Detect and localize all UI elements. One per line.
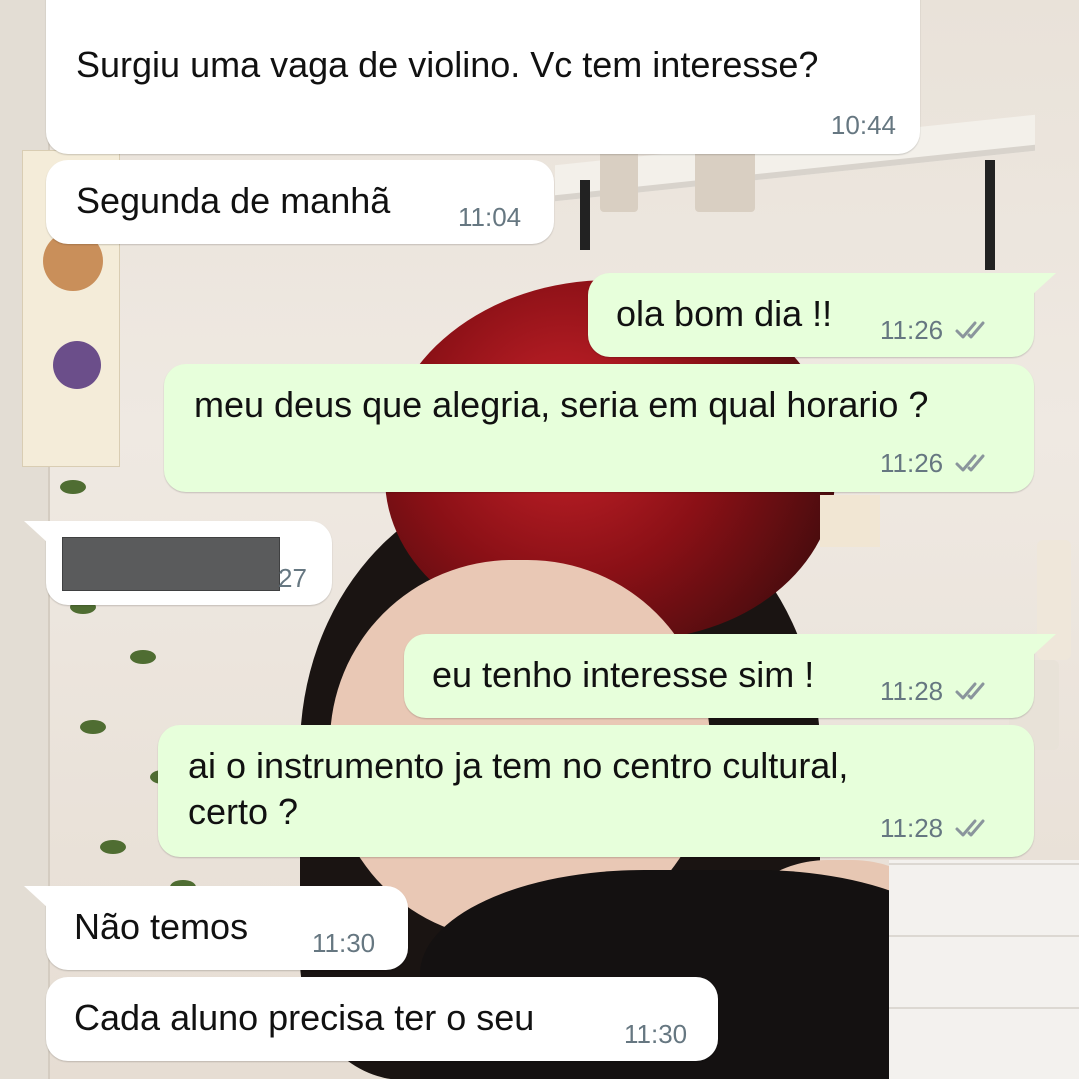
message-time: 10:44 — [830, 110, 896, 140]
incoming-message[interactable]: Segunda de manhã 11:04 — [46, 160, 554, 244]
message-time: 11:26 — [880, 448, 993, 481]
message-time-label: 11:28 — [880, 676, 944, 706]
incoming-message[interactable]: 27 — [24, 521, 332, 605]
message-text-line-1: ai o instrumento ja tem no centro cultur… — [188, 745, 849, 786]
message-text: Segunda de manhã — [76, 180, 391, 221]
message-time: 11:28 — [880, 676, 993, 709]
message-time: 27 — [278, 563, 307, 593]
double-check-icon — [953, 451, 993, 481]
message-time: 11:26 — [880, 315, 993, 348]
incoming-message[interactable]: Surgiu uma vaga de violino. Vc tem inter… — [46, 0, 920, 154]
message-text: Cada aluno precisa ter o seu — [74, 997, 535, 1038]
outgoing-message[interactable]: meu deus que alegria, seria em qual hora… — [164, 364, 1034, 492]
outgoing-message[interactable]: ola bom dia !! 11:26 — [588, 273, 1056, 357]
incoming-message[interactable]: Cada aluno precisa ter o seu 11:30 — [46, 977, 718, 1061]
message-time: 11:28 — [880, 813, 993, 846]
message-text: meu deus que alegria, seria em qual hora… — [194, 384, 929, 425]
message-text: ola bom dia !! — [616, 293, 833, 334]
message-text: eu tenho interesse sim ! — [432, 654, 815, 695]
double-check-icon — [953, 318, 993, 348]
message-time: 11:04 — [458, 202, 522, 232]
double-check-icon — [953, 679, 993, 709]
message-time-label: 11:26 — [880, 315, 944, 345]
message-time-label: 11:26 — [880, 448, 944, 478]
incoming-message[interactable]: Não temos 11:30 — [24, 886, 408, 970]
message-time: 11:30 — [312, 928, 376, 958]
message-text: Surgiu uma vaga de violino. Vc tem inter… — [76, 44, 819, 85]
outgoing-message[interactable]: ai o instrumento ja tem no centro cultur… — [158, 725, 1034, 857]
outgoing-message[interactable]: eu tenho interesse sim ! 11:28 — [404, 634, 1056, 718]
message-time-label: 11:28 — [880, 813, 944, 843]
message-time: 11:30 — [624, 1019, 688, 1049]
message-text: Não temos — [74, 906, 249, 947]
redacted-content — [62, 537, 280, 591]
message-text-line-2: certo ? — [188, 791, 299, 832]
double-check-icon — [953, 816, 993, 846]
